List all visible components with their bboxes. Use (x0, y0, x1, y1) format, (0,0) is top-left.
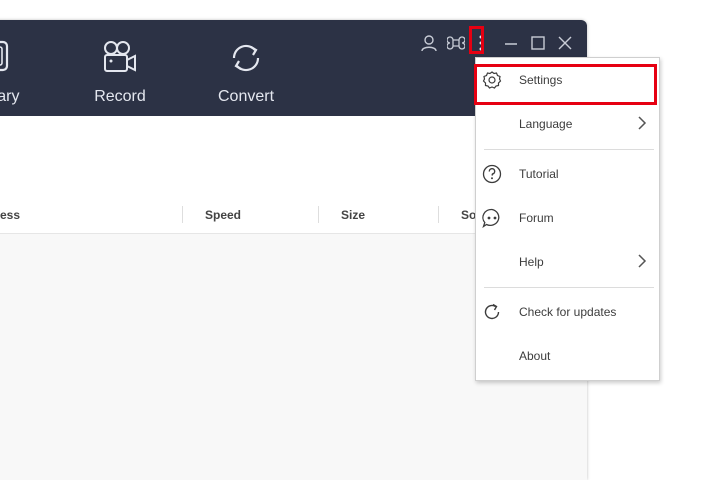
question-circle-icon (482, 164, 502, 184)
user-icon[interactable] (420, 34, 438, 52)
menu-item-forum[interactable]: Forum (476, 196, 659, 240)
convert-icon (228, 40, 264, 81)
chevron-right-icon (636, 254, 648, 268)
nav-library-label: Library (0, 88, 20, 105)
close-icon[interactable] (556, 34, 574, 52)
menu-item-label: Help (519, 255, 544, 269)
menu-item-settings[interactable]: Settings (474, 58, 659, 105)
more-menu-highlight (469, 26, 484, 54)
menu-divider (484, 287, 654, 288)
nav-convert[interactable]: Convert (208, 20, 284, 116)
menu-item-label: Forum (519, 211, 554, 225)
menu-item-about[interactable]: About (476, 334, 659, 378)
command-icon[interactable] (446, 34, 466, 52)
chat-bubble-icon (482, 208, 502, 229)
menu-item-language[interactable]: Language (476, 102, 659, 146)
column-divider (318, 206, 319, 223)
menu-item-label: Tutorial (519, 167, 559, 181)
nav-record-label: Record (94, 88, 146, 105)
menu-item-label: Language (519, 117, 573, 131)
chevron-right-icon (636, 116, 648, 130)
column-divider (182, 206, 183, 223)
column-progress[interactable]: Progress (0, 208, 20, 222)
menu-item-label: About (519, 349, 551, 363)
menu-item-check-updates[interactable]: Check for updates (476, 290, 659, 334)
column-size[interactable]: Size (341, 208, 365, 222)
minimize-icon[interactable] (502, 34, 520, 52)
video-camera-icon (102, 40, 138, 79)
settings-highlight (474, 64, 657, 105)
maximize-icon[interactable] (529, 34, 547, 52)
refresh-icon (482, 302, 502, 322)
menu-item-help[interactable]: Help (476, 240, 659, 284)
menu-divider (484, 149, 654, 150)
nav-convert-label: Convert (217, 88, 275, 105)
nav-record[interactable]: Record (85, 20, 155, 116)
menu-item-label: Check for updates (519, 305, 617, 319)
more-dropdown-menu: Settings Language Tutorial Forum Help Ch… (474, 57, 660, 381)
column-divider (438, 206, 439, 223)
nav-library[interactable]: Library (0, 20, 30, 116)
menu-item-tutorial[interactable]: Tutorial (476, 152, 659, 196)
column-speed[interactable]: Speed (205, 208, 241, 222)
library-icon (0, 40, 10, 77)
